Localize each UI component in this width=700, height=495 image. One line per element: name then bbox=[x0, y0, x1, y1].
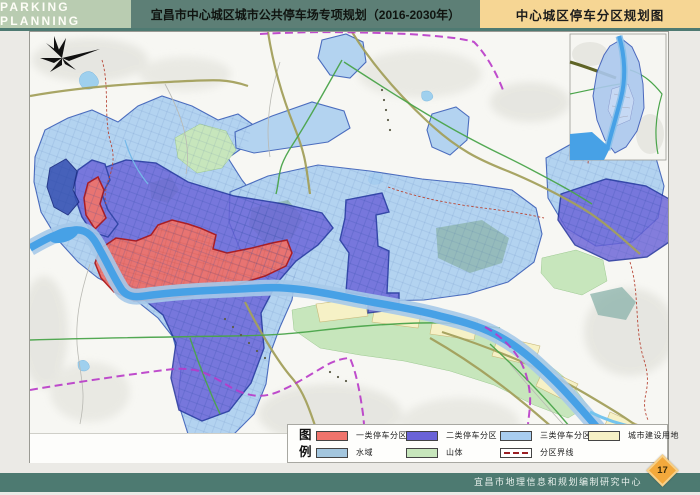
legend-item-construction: 城市建设用地 bbox=[588, 429, 679, 442]
map-bottom-strip bbox=[30, 433, 288, 463]
map-art bbox=[30, 32, 668, 462]
legend-item-boundary: 分区界线 bbox=[500, 446, 574, 459]
page-number: 17 bbox=[653, 461, 672, 480]
legend-item-mountain: 山体 bbox=[406, 446, 463, 459]
class1-swatch bbox=[316, 431, 348, 441]
header-center-title: 宜昌市中心城区城市公共停车场专项规划（2016-2030年） bbox=[131, 0, 480, 28]
construction-land-swatch bbox=[588, 431, 620, 441]
legend-item-water: 水域 bbox=[316, 446, 373, 459]
header: PARKING PLANNING 宜昌市中心城区城市公共停车场专项规划（2016… bbox=[0, 0, 700, 28]
class2-swatch bbox=[406, 431, 438, 441]
header-left-title: PARKING PLANNING bbox=[0, 0, 131, 28]
water-swatch bbox=[316, 448, 348, 458]
planning-map-sheet: PARKING PLANNING 宜昌市中心城区城市公共停车场专项规划（2016… bbox=[0, 0, 700, 495]
inset-map bbox=[570, 34, 666, 160]
header-right-title: 中心城区停车分区规划图 bbox=[480, 0, 700, 28]
legend-item-class3: 三类停车分区 bbox=[500, 429, 591, 442]
boundary-line-swatch bbox=[500, 448, 532, 458]
legend-title: 图 例 bbox=[299, 427, 315, 461]
class3-swatch bbox=[500, 431, 532, 441]
legend-box: 图 例 一类停车分区 二类停车分区 三类停车分区 城市建设用地 水域 bbox=[287, 424, 668, 463]
map-canvas: 图 例 一类停车分区 二类停车分区 三类停车分区 城市建设用地 水域 bbox=[29, 31, 669, 463]
mountain-swatch bbox=[406, 448, 438, 458]
legend-item-class1: 一类停车分区 bbox=[316, 429, 407, 442]
legend-item-class2: 二类停车分区 bbox=[406, 429, 497, 442]
footer-credit: 宜昌市地理信息和规划编制研究中心 bbox=[474, 473, 642, 492]
footer-bar: 宜昌市地理信息和规划编制研究中心 bbox=[0, 473, 700, 492]
